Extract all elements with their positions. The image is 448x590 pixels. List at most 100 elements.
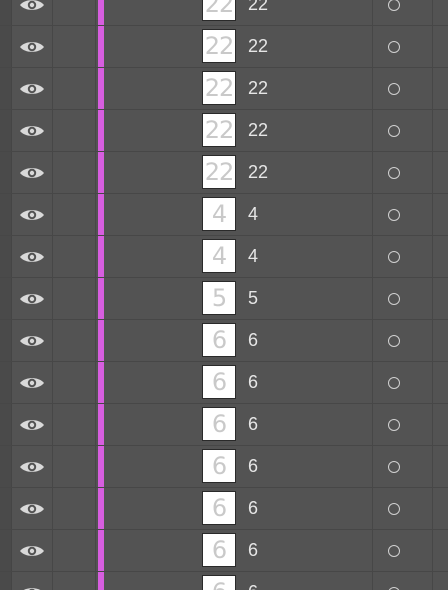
layer-thumbnail[interactable]: 5 [202,281,236,315]
target-button[interactable] [373,488,415,529]
layer-name[interactable]: 5 [248,278,258,319]
visibility-toggle[interactable] [12,278,53,319]
layer-row[interactable]: 22 22 [0,110,448,152]
layer-thumbnail[interactable]: 6 [202,575,236,590]
layer-name[interactable]: 6 [248,404,258,445]
row-gutter [0,194,12,235]
layer-row[interactable]: 66 [0,320,448,362]
visibility-toggle[interactable] [12,320,53,361]
layer-thumbnail[interactable]: 22 [202,71,236,105]
visibility-toggle[interactable] [12,68,53,109]
lock-toggle[interactable] [53,194,96,235]
visibility-toggle[interactable] [12,110,53,151]
lock-toggle[interactable] [53,152,96,193]
thumbnail-text: 4 [211,242,227,270]
layer-name[interactable]: 6 [248,488,258,529]
layer-row[interactable]: 66 [0,530,448,572]
layer-row[interactable]: 66 [0,572,448,590]
target-button[interactable] [373,194,415,235]
target-button[interactable] [373,26,415,67]
lock-toggle[interactable] [53,236,96,277]
visibility-toggle[interactable] [12,488,53,529]
lock-toggle[interactable] [53,110,96,151]
lock-toggle[interactable] [53,404,96,445]
visibility-toggle[interactable] [12,404,53,445]
layer-row[interactable]: 66 [0,488,448,530]
lock-toggle[interactable] [53,0,96,25]
visibility-toggle[interactable] [12,194,53,235]
layer-thumbnail[interactable]: 6 [202,533,236,567]
layer-name[interactable]: 6 [248,320,258,361]
thumbnail-text: 6 [211,452,227,480]
lock-toggle[interactable] [53,278,96,319]
layer-row[interactable]: 44 [0,194,448,236]
lock-toggle[interactable] [53,446,96,487]
visibility-toggle[interactable] [12,152,53,193]
eye-icon [19,333,45,349]
layer-name[interactable]: 22 [248,68,268,109]
target-button[interactable] [373,236,415,277]
target-button[interactable] [373,530,415,571]
layer-thumbnail[interactable]: 6 [202,365,236,399]
layer-thumbnail[interactable]: 22 [202,29,236,63]
visibility-toggle[interactable] [12,446,53,487]
target-button[interactable] [373,362,415,403]
lock-toggle[interactable] [53,68,96,109]
layer-thumbnail[interactable]: 6 [202,491,236,525]
eye-icon [19,501,45,517]
layer-thumbnail[interactable]: 22 [202,0,236,21]
column-divider [432,530,433,571]
layer-name[interactable]: 6 [248,530,258,571]
layer-thumbnail[interactable]: 6 [202,449,236,483]
row-gutter [0,572,12,590]
layer-name[interactable]: 22 [248,152,268,193]
target-button[interactable] [373,320,415,361]
lock-toggle[interactable] [53,488,96,529]
visibility-toggle[interactable] [12,236,53,277]
target-button[interactable] [373,110,415,151]
lock-toggle[interactable] [53,320,96,361]
target-button[interactable] [373,446,415,487]
layer-thumbnail[interactable]: 22 [202,113,236,147]
layer-row[interactable]: 22 22 [0,68,448,110]
visibility-toggle[interactable] [12,530,53,571]
layer-name[interactable]: 6 [248,446,258,487]
visibility-toggle[interactable] [12,572,53,590]
layer-name[interactable]: 6 [248,362,258,403]
layer-name[interactable]: 22 [248,0,268,25]
lock-toggle[interactable] [53,530,96,571]
layer-name[interactable]: 4 [248,194,258,235]
visibility-toggle[interactable] [12,362,53,403]
layer-thumbnail[interactable]: 6 [202,323,236,357]
layer-color-label [98,572,104,590]
layer-row[interactable]: 55 [0,278,448,320]
lock-toggle[interactable] [53,362,96,403]
target-button[interactable] [373,404,415,445]
layer-thumbnail[interactable]: 6 [202,407,236,441]
eye-icon [19,81,45,97]
lock-toggle[interactable] [53,572,96,590]
layer-row[interactable]: 22 22 [0,0,448,26]
target-button[interactable] [373,572,415,590]
lock-toggle[interactable] [53,26,96,67]
target-button[interactable] [373,278,415,319]
target-button[interactable] [373,0,415,25]
layer-thumbnail[interactable]: 4 [202,197,236,231]
target-circle-icon [388,544,400,557]
layer-row[interactable]: 66 [0,446,448,488]
target-button[interactable] [373,68,415,109]
layer-thumbnail[interactable]: 4 [202,239,236,273]
target-button[interactable] [373,152,415,193]
layer-name[interactable]: 22 [248,26,268,67]
visibility-toggle[interactable] [12,0,53,25]
layer-name[interactable]: 4 [248,236,258,277]
visibility-toggle[interactable] [12,26,53,67]
layer-row[interactable]: 44 [0,236,448,278]
layer-name[interactable]: 6 [248,572,258,590]
layer-row[interactable]: 22 22 [0,26,448,68]
layer-row[interactable]: 22 22 [0,152,448,194]
layer-row[interactable]: 66 [0,362,448,404]
layer-row[interactable]: 66 [0,404,448,446]
layer-thumbnail[interactable]: 22 [202,155,236,189]
layer-name[interactable]: 22 [248,110,268,151]
